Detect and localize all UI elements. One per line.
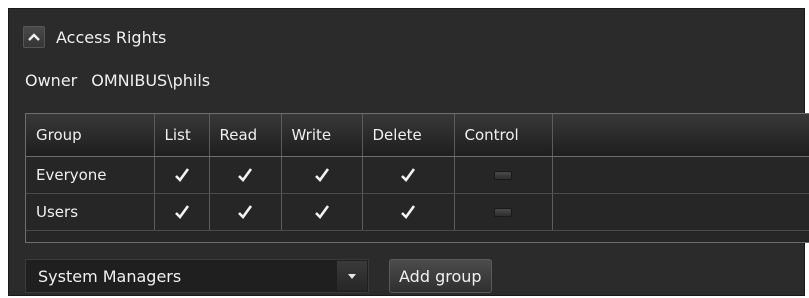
add-group-button[interactable]: Add group <box>389 259 492 293</box>
table-row: Everyone <box>26 156 809 194</box>
unchecked-indicator <box>494 207 512 217</box>
checkmark-icon <box>314 204 329 219</box>
checkmark-icon <box>401 167 416 182</box>
control-checkbox[interactable] <box>454 193 553 231</box>
checkmark-icon <box>174 204 189 219</box>
unchecked-indicator <box>494 170 512 180</box>
section-title: Access Rights <box>56 27 167 47</box>
column-header-list[interactable]: List <box>154 114 210 157</box>
column-header-group[interactable]: Group <box>26 114 155 157</box>
filler-cell <box>552 193 809 231</box>
list-checkbox[interactable] <box>154 193 210 231</box>
table-header-row: Group List Read Write Delete Control <box>26 114 809 157</box>
filler-cell <box>552 156 809 194</box>
column-header-delete[interactable]: Delete <box>362 114 455 157</box>
chevron-up-icon <box>28 33 40 41</box>
column-header-write[interactable]: Write <box>281 114 363 157</box>
checkmark-icon <box>401 204 416 219</box>
group-select[interactable]: System Managers <box>25 259 369 293</box>
write-checkbox[interactable] <box>281 193 363 231</box>
column-header-read[interactable]: Read <box>209 114 282 157</box>
control-checkbox[interactable] <box>454 156 553 194</box>
checkmark-icon <box>238 204 253 219</box>
column-header-control[interactable]: Control <box>454 114 553 157</box>
section-header: Access Rights <box>23 22 166 52</box>
checkmark-icon <box>174 167 189 182</box>
collapse-button[interactable] <box>23 26 45 48</box>
column-header-filler <box>552 114 809 157</box>
checkmark-icon <box>314 167 329 182</box>
checkmark-icon <box>238 167 253 182</box>
group-name-cell: Everyone <box>26 156 155 194</box>
read-checkbox[interactable] <box>209 156 282 194</box>
write-checkbox[interactable] <box>281 156 363 194</box>
group-select-arrow[interactable] <box>337 261 367 291</box>
owner-label: Owner <box>25 71 78 90</box>
chevron-down-icon <box>348 274 356 279</box>
group-select-value: System Managers <box>38 266 182 286</box>
add-group-row: System Managers Add group <box>25 259 492 293</box>
table-row: Users <box>26 193 809 231</box>
group-name-cell: Users <box>26 193 155 231</box>
read-checkbox[interactable] <box>209 193 282 231</box>
permissions-table: Group List Read Write Delete Control Eve… <box>25 113 809 243</box>
delete-checkbox[interactable] <box>362 193 455 231</box>
delete-checkbox[interactable] <box>362 156 455 194</box>
owner-row: Owner OMNIBUS\phils <box>25 71 210 90</box>
list-checkbox[interactable] <box>154 156 210 194</box>
owner-value: OMNIBUS\phils <box>91 71 211 90</box>
access-rights-panel: Access Rights Owner OMNIBUS\phils Group … <box>8 8 809 296</box>
